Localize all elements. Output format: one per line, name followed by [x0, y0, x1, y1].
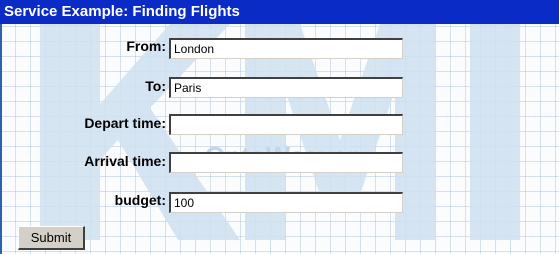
arrival-time-label: Arrival time: — [84, 153, 166, 169]
window-title: Service Example: Finding Flights — [0, 0, 559, 24]
depart-time-input[interactable] — [169, 114, 403, 135]
to-input[interactable] — [169, 77, 403, 98]
arrival-time-input[interactable] — [169, 152, 403, 173]
page-canvas: OntoWeaver Service Example: Finding Flig… — [0, 0, 559, 254]
to-label: To: — [145, 78, 166, 94]
depart-time-label: Depart time: — [84, 115, 166, 131]
from-input[interactable] — [169, 38, 403, 59]
from-label: From: — [126, 38, 166, 54]
budget-label: budget: — [114, 192, 166, 208]
budget-input[interactable] — [169, 192, 403, 213]
flight-search-form: From: To: Depart time: Arrival time: bud… — [0, 0, 559, 254]
submit-button[interactable]: Submit — [18, 226, 85, 250]
